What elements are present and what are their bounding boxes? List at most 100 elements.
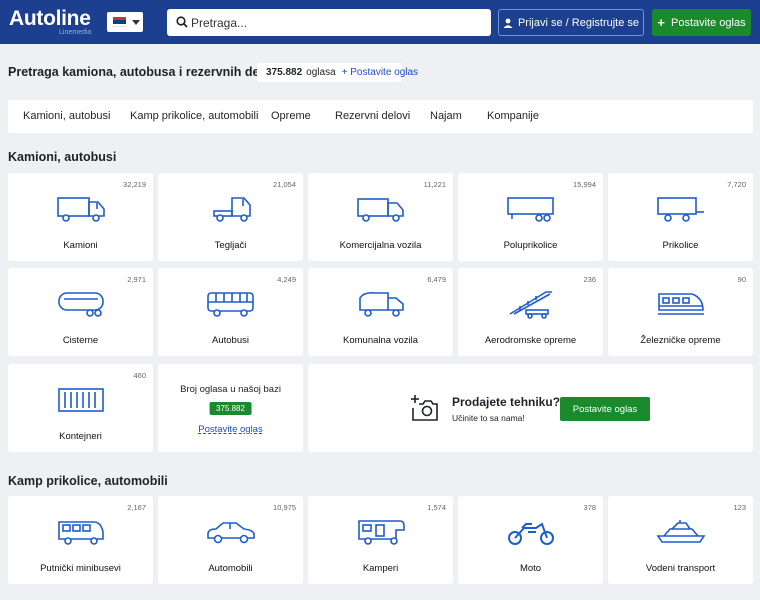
tab-companies[interactable]: Kompanije [487, 110, 539, 122]
ad-count: 375.882 [266, 67, 303, 78]
category-count: 460 [133, 371, 146, 380]
plus-icon: + [657, 15, 665, 30]
category-label: Komercijalna vozila [339, 240, 422, 251]
boat-icon [656, 520, 705, 543]
stats-title: Broj oglasa u našoj bazi [180, 384, 281, 395]
category-card-water-transport[interactable]: 123 Vodeni transport [608, 496, 753, 584]
tab-campers-cars[interactable]: Kamp prikolice, automobili [130, 110, 258, 122]
logo[interactable]: Autoline [9, 7, 91, 31]
category-count: 123 [733, 503, 746, 512]
tab-equipment[interactable]: Opreme [271, 110, 311, 122]
category-label: Železničke opreme [640, 335, 721, 346]
section-title-trucks-buses: Kamioni, autobusi [8, 150, 117, 164]
category-card-semi-trailers[interactable]: 15,994 Poluprikolice [458, 173, 603, 261]
category-card-trucks[interactable]: 32,219 Kamioni [8, 173, 153, 261]
category-label: Vodeni transport [645, 563, 716, 574]
category-label: Tegljači [214, 240, 247, 251]
tab-rental[interactable]: Najam [430, 110, 462, 122]
garbage-truck-icon [358, 292, 404, 317]
logo-subtitle: Linemedia [59, 29, 92, 36]
chevron-down-icon [132, 20, 140, 25]
category-count: 4,249 [277, 275, 296, 284]
category-count: 2,167 [127, 503, 146, 512]
category-count: 236 [583, 275, 596, 284]
section-title-campers-cars: Kamp prikolice, automobili [8, 474, 168, 488]
add-photo-icon [411, 395, 438, 421]
category-label: Komunalna vozila [343, 335, 418, 346]
sell-promo-card: Prodajete tehniku? Učinite to sa nama! P… [308, 364, 753, 452]
category-card-trailers[interactable]: 7,720 Prikolice [608, 173, 753, 261]
container-icon [57, 388, 104, 412]
stats-count-badge: 375.882 [209, 402, 252, 415]
category-card-airport-equipment[interactable]: 236 Aerodromske opreme [458, 268, 603, 356]
category-label: Poluprikolice [503, 240, 558, 251]
tab-spare-parts[interactable]: Rezervni delovi [335, 110, 410, 122]
category-card-buses[interactable]: 4,249 Autobusi [158, 268, 303, 356]
category-card-cars[interactable]: 10,975 Automobili [158, 496, 303, 584]
category-count: 15,994 [573, 180, 596, 189]
category-label: Putnički minibusevi [40, 563, 121, 574]
van-truck-icon [356, 198, 404, 222]
search-box [167, 9, 491, 36]
category-count: 378 [583, 503, 596, 512]
tractor-unit-icon [212, 197, 251, 222]
ad-stats-card: Broj oglasa u našoj bazi 375.882 Postavi… [158, 364, 303, 452]
sell-subtitle: Učinite to sa nama! [452, 413, 525, 423]
serbia-flag-icon [113, 17, 126, 27]
category-card-tankers[interactable]: 2,971 Cisterne [8, 268, 153, 356]
truck-icon [56, 197, 105, 222]
category-count: 11,221 [423, 180, 446, 189]
category-count: 7,720 [727, 180, 746, 189]
post-ad-link[interactable]: + Postavite oglas [342, 67, 418, 78]
category-count: 6,479 [427, 275, 446, 284]
category-label: Automobili [208, 563, 253, 574]
post-ad-button[interactable]: + Postavite oglas [652, 9, 751, 36]
category-count: 10,975 [273, 503, 296, 512]
tab-trucks-buses[interactable]: Kamioni, autobusi [23, 110, 110, 122]
car-icon [206, 522, 255, 544]
category-label: Kamioni [63, 240, 98, 251]
category-label: Prikolice [662, 240, 699, 251]
user-icon [503, 18, 513, 28]
category-label: Autobusi [212, 335, 249, 346]
train-icon [657, 293, 704, 315]
category-label: Cisterne [62, 335, 99, 346]
category-count: 21,054 [273, 180, 296, 189]
category-label: Kamperi [362, 563, 399, 574]
category-card-moto[interactable]: 378 Moto [458, 496, 603, 584]
ad-count-word: oglasa [306, 67, 336, 78]
tanker-icon [57, 292, 104, 317]
category-card-railway-equipment[interactable]: 90 Železničke opreme [608, 268, 753, 356]
category-card-commercial-vehicles[interactable]: 11,221 Komercijalna vozila [308, 173, 453, 261]
stats-post-ad-link[interactable]: Postavite oglas [158, 424, 303, 435]
login-label: Prijavi se / Registrujte se [517, 16, 640, 29]
search-input[interactable] [191, 13, 481, 32]
category-card-campers[interactable]: 1,574 Kamperi [308, 496, 453, 584]
category-label: Moto [519, 563, 542, 574]
motorcycle-icon [507, 522, 554, 545]
category-count: 32,219 [123, 180, 146, 189]
top-header: Autoline Linemedia Prijavi se / Registru… [0, 0, 760, 44]
search-icon [176, 16, 188, 28]
trailer-icon [656, 197, 704, 222]
post-ad-label: Postavite oglas [670, 16, 746, 29]
category-card-minibuses[interactable]: 2,167 Putnički minibusevi [8, 496, 153, 584]
category-label: Aerodromske opreme [484, 335, 577, 346]
category-card-municipal-vehicles[interactable]: 6,479 Komunalna vozila [308, 268, 453, 356]
sell-post-ad-button[interactable]: Postavite oglas [560, 397, 650, 421]
language-selector[interactable] [107, 12, 143, 32]
sell-question: Prodajete tehniku? [452, 395, 561, 409]
category-card-containers[interactable]: 460 Kontejneri [8, 364, 153, 452]
category-count: 1,574 [427, 503, 446, 512]
minibus-icon [57, 521, 104, 545]
category-label: Kontejneri [59, 431, 102, 442]
category-card-tractor-units[interactable]: 21,054 Tegljači [158, 173, 303, 261]
bus-icon [206, 292, 254, 317]
semi-trailer-icon [506, 197, 554, 222]
login-register-button[interactable]: Prijavi se / Registrujte se [498, 9, 644, 36]
category-count: 90 [737, 275, 746, 284]
category-count: 2,971 [127, 275, 146, 284]
airport-stairs-icon [509, 291, 552, 319]
category-tabs: Kamioni, autobusi Kamp prikolice, automo… [8, 100, 753, 133]
camper-icon [357, 520, 405, 545]
